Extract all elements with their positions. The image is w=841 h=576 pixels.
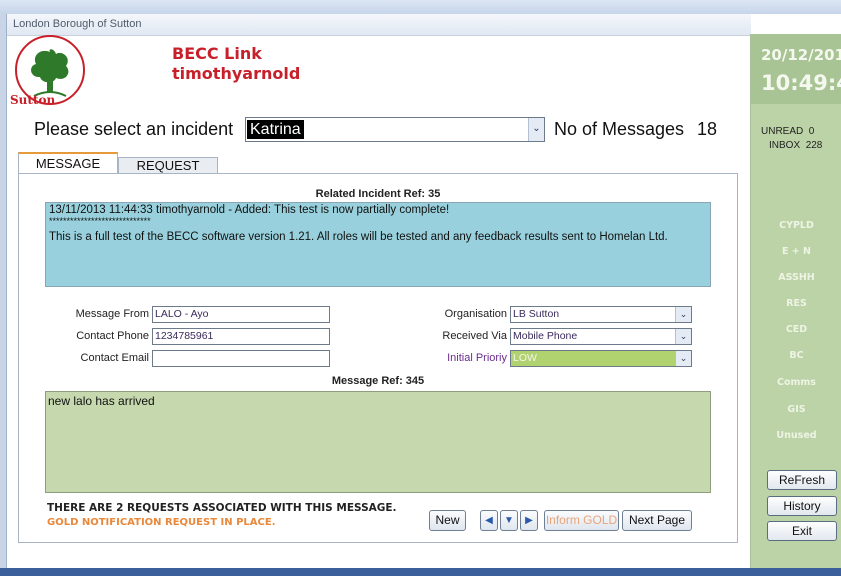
initial-priority-label: Initial Prioriy <box>447 352 507 364</box>
next-page-button[interactable]: Next Page <box>622 510 692 531</box>
tab-message[interactable]: MESSAGE <box>18 152 118 174</box>
side-item-e-n[interactable]: E + N <box>751 246 841 257</box>
messages-count-label: No of Messages <box>554 119 685 139</box>
chevron-down-icon[interactable]: ⌄ <box>528 118 544 141</box>
chevron-down-icon[interactable]: ⌄ <box>675 351 691 366</box>
side-item-unused[interactable]: Unused <box>751 430 841 441</box>
current-date: 20/12/2013 <box>761 46 841 64</box>
initial-priority-value: LOW <box>513 352 537 364</box>
next-icon[interactable]: ▶ <box>520 510 538 531</box>
app-title-line1: BECC Link <box>172 44 262 63</box>
side-item-gis[interactable]: GIS <box>751 404 841 415</box>
side-item-asshh[interactable]: ASSHH <box>751 272 841 283</box>
requests-notice: THERE ARE 2 REQUESTS ASSOCIATED WITH THI… <box>47 502 397 514</box>
inbox-counter: INBOX 228 <box>769 140 822 151</box>
incident-log-separator: ***************************** <box>49 216 151 226</box>
side-panel: 20/12/2013 10:49:48 UNREAD 0 INBOX 228 C… <box>750 34 841 568</box>
messages-count: 18 <box>697 119 718 139</box>
refresh-button[interactable]: ReFresh <box>767 470 837 490</box>
message-tab-panel: Related Incident Ref: 35 13/11/2013 11:4… <box>18 173 738 543</box>
related-incident-title: Related Incident Ref: 35 <box>315 188 441 200</box>
bottom-bar <box>0 568 841 576</box>
initial-priority-select[interactable]: LOW ⌄ <box>510 350 692 367</box>
incident-select-label: Please select an incident <box>34 119 234 139</box>
contact-phone-label: Contact Phone <box>76 330 149 342</box>
organisation-select[interactable]: LB Sutton ⌄ <box>510 306 692 323</box>
new-button[interactable]: New <box>429 510 466 531</box>
message-ref-title: Message Ref: 345 <box>331 375 425 387</box>
record-dropdown-icon[interactable]: ▼ <box>500 510 518 531</box>
message-from-field[interactable]: LALO - Ayo <box>152 306 330 323</box>
top-strip <box>0 0 841 14</box>
incident-selected-value: Katrina <box>247 120 304 139</box>
side-item-bc[interactable]: BC <box>751 350 841 361</box>
previous-icon[interactable]: ◀ <box>480 510 498 531</box>
side-item-ced[interactable]: CED <box>751 324 841 335</box>
tab-request[interactable]: REQUEST <box>118 157 218 174</box>
contact-phone-field[interactable]: 1234785961 <box>152 328 330 345</box>
exit-button[interactable]: Exit <box>767 521 837 541</box>
message-from-label: Message From <box>75 308 149 320</box>
organisation-label: Organisation <box>444 308 507 320</box>
side-item-comms[interactable]: Comms <box>751 377 841 388</box>
related-incident-log[interactable]: 13/11/2013 11:44:33 timothyarnold - Adde… <box>45 202 711 287</box>
chevron-down-icon[interactable]: ⌄ <box>675 329 691 344</box>
window-title: London Borough of Sutton <box>7 14 751 36</box>
incident-select[interactable]: Katrina ⌄ <box>245 117 545 142</box>
inform-gold-button[interactable]: Inform GOLD <box>544 510 619 531</box>
incident-log-body: This is a full test of the BECC software… <box>49 231 668 243</box>
side-item-cypld[interactable]: CYPLD <box>751 220 841 231</box>
contact-email-label: Contact Email <box>80 352 149 364</box>
chevron-down-icon[interactable]: ⌄ <box>675 307 691 322</box>
side-item-res[interactable]: RES <box>751 298 841 309</box>
received-via-value: Mobile Phone <box>513 330 578 342</box>
unread-count: 0 <box>808 126 815 137</box>
message-text-area[interactable]: new lalo has arrived <box>45 391 711 493</box>
inbox-label: INBOX <box>769 140 801 151</box>
unread-counter: UNREAD 0 <box>761 126 814 137</box>
current-time: 10:49:48 <box>761 71 841 95</box>
received-via-label: Received Via <box>442 330 507 342</box>
history-button[interactable]: History <box>767 496 837 516</box>
received-via-select[interactable]: Mobile Phone ⌄ <box>510 328 692 345</box>
gold-notice: GOLD NOTIFICATION REQUEST IN PLACE. <box>47 517 276 528</box>
app-username: timothyarnold <box>172 64 301 83</box>
unread-label: UNREAD <box>761 126 804 137</box>
inbox-count: 228 <box>805 140 823 151</box>
app-title: BECC Link timothyarnold <box>172 44 300 84</box>
organisation-value: LB Sutton <box>513 308 560 320</box>
logo-text: Sutton <box>10 93 56 107</box>
contact-email-field[interactable] <box>152 350 330 367</box>
